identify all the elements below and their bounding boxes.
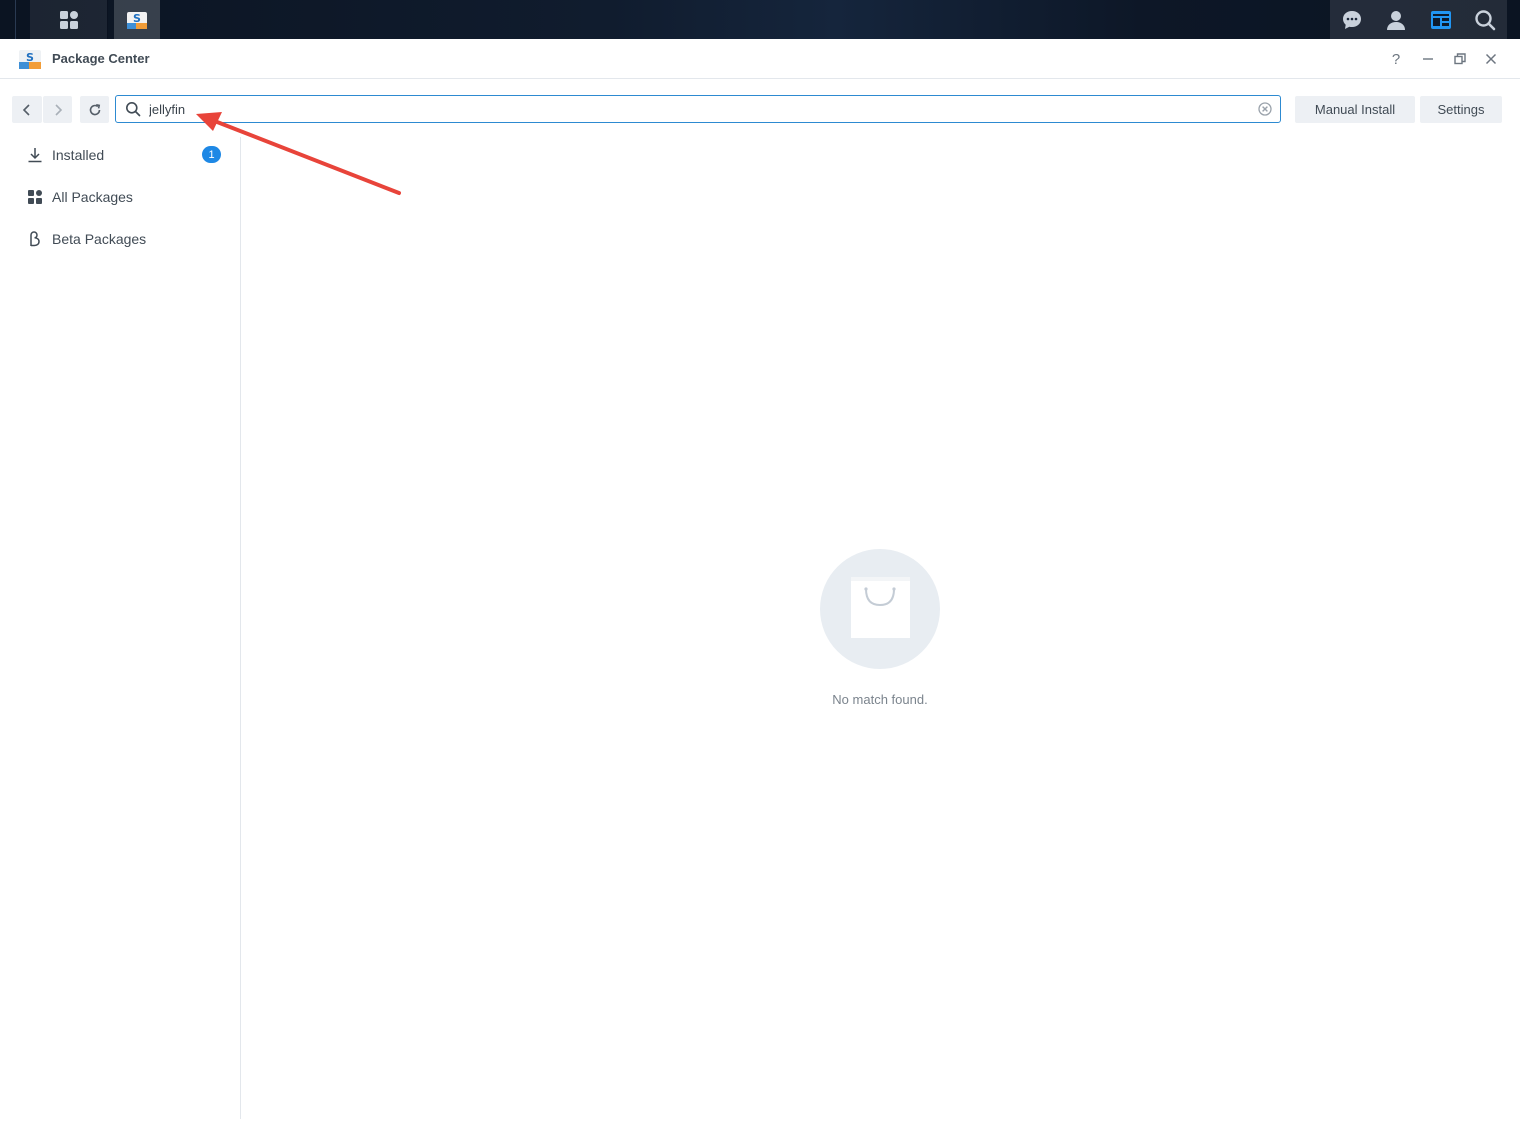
notifications-button[interactable] [1332,0,1372,39]
widgets-icon [1430,10,1451,29]
taskbar-tray [1330,0,1507,39]
window-titlebar[interactable]: S Package Center ? [0,39,1520,79]
shopping-bag-icon [851,577,910,638]
empty-state-message: No match found. [832,692,928,707]
minimize-button[interactable] [1418,49,1438,69]
manual-install-button[interactable]: Manual Install [1295,96,1415,123]
forward-button[interactable] [43,96,72,123]
restore-button[interactable] [1450,49,1470,69]
installed-count-badge: 1 [202,146,221,163]
main-menu-icon [59,10,78,29]
taskbar-separator [15,0,16,39]
user-icon [1387,10,1406,30]
restore-icon [1454,53,1466,65]
empty-state-illustration [820,549,940,669]
minimize-icon [1423,58,1433,60]
chat-icon [1343,10,1362,29]
sidebar-item-label: All Packages [52,189,133,205]
sidebar-item-label: Beta Packages [52,231,147,247]
widgets-button[interactable] [1421,0,1461,39]
back-button[interactable] [12,96,42,123]
download-icon [26,146,44,164]
window-title: Package Center [52,51,150,66]
clear-search-icon[interactable] [1258,102,1272,116]
sidebar: Installed 1 All Packages Beta Packages [0,137,241,1119]
svg-text:S: S [133,12,141,25]
help-button[interactable]: ? [1386,49,1406,69]
user-button[interactable] [1376,0,1416,39]
close-icon [1485,53,1497,65]
chevron-right-icon [54,103,62,116]
package-center-window: S Package Center ? jellyfin Manual Insta… [0,39,1520,1135]
package-center-app-icon: S [127,11,147,29]
sidebar-item-beta-packages[interactable]: Beta Packages [12,221,230,257]
package-center-logo: S [19,50,41,69]
global-search-button[interactable] [1465,0,1505,39]
refresh-icon [89,103,100,115]
search-icon [1475,9,1496,30]
svg-text:S: S [26,51,34,64]
taskbar-package-center-button[interactable]: S [114,0,160,39]
close-button[interactable] [1481,49,1501,69]
search-input[interactable] [149,97,1249,121]
package-search-field[interactable] [115,95,1281,123]
main-menu-button[interactable] [30,0,108,39]
sidebar-item-installed[interactable]: Installed 1 [12,137,230,173]
sidebar-item-label: Installed [52,147,105,163]
chevron-left-icon [22,103,30,116]
grid-icon [26,188,44,206]
sidebar-item-all-packages[interactable]: All Packages [12,179,230,215]
taskbar: S [0,0,1520,39]
settings-button[interactable]: Settings [1420,96,1502,123]
refresh-button[interactable] [80,96,109,123]
search-icon [126,102,141,117]
beta-icon [26,230,44,248]
